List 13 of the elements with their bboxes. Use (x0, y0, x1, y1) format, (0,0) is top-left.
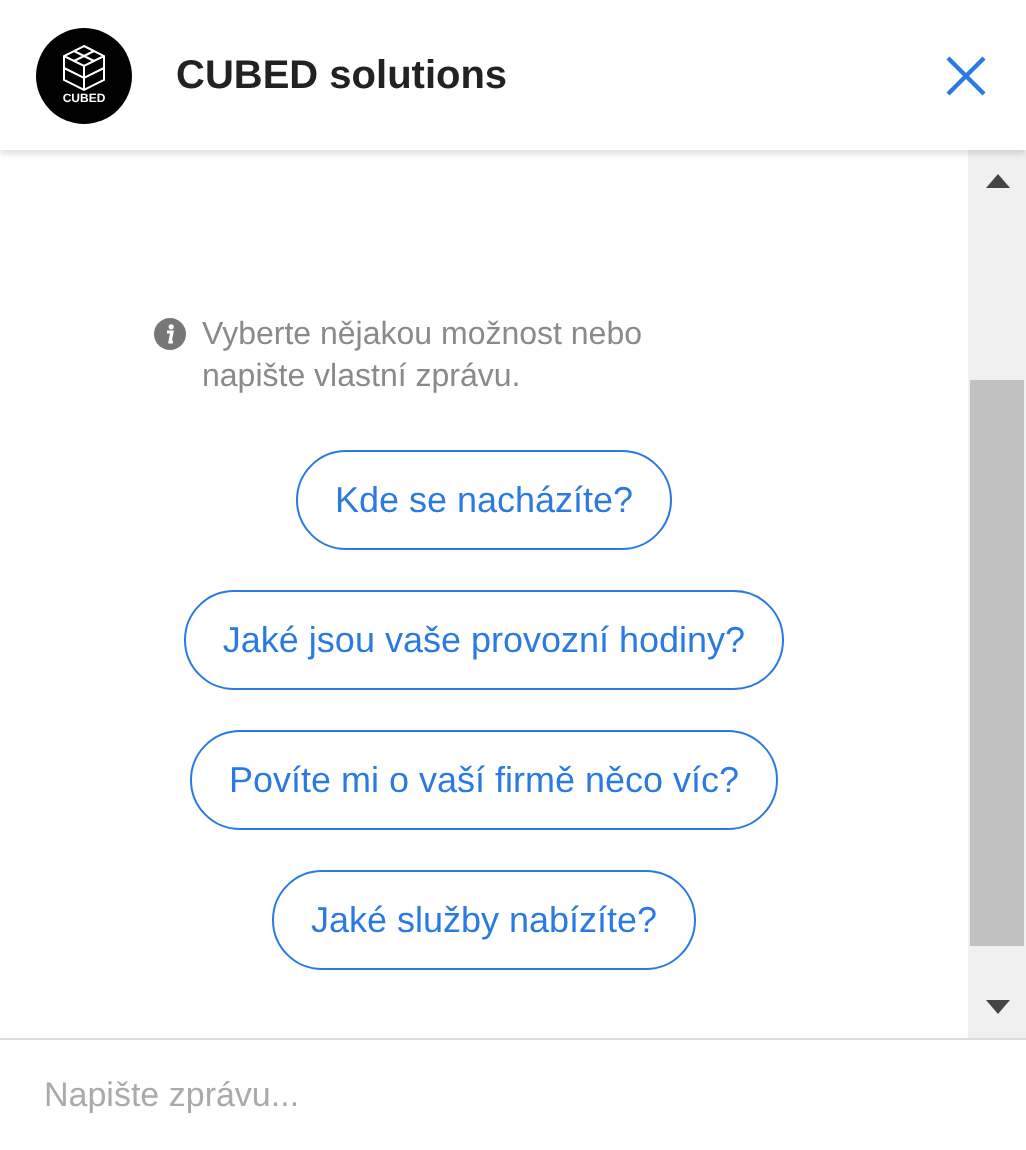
quick-reply-button[interactable]: Kde se nacházíte? (296, 450, 672, 550)
notice-text: Vyberte nějakou možnost nebo napište vlastní zprávu. (202, 316, 644, 398)
cube-icon (62, 44, 106, 92)
scrollbar[interactable] (968, 150, 1026, 1038)
scroll-thumb[interactable] (970, 380, 1024, 946)
scroll-down-icon[interactable] (985, 1000, 1009, 1014)
quick-reply-button[interactable]: Jaké služby nabízíte? (272, 870, 696, 970)
info-icon (154, 318, 186, 350)
scroll-up-icon[interactable] (985, 174, 1009, 188)
quick-reply-button[interactable]: Povíte mi o vaší firmě něco víc? (190, 730, 778, 830)
quick-reply-button[interactable]: Jaké jsou vaše provozní hodiny? (184, 590, 784, 690)
message-field[interactable]: Napište zprávu... (0, 1040, 1026, 1150)
chat-title: CUBED solutions (176, 51, 508, 101)
